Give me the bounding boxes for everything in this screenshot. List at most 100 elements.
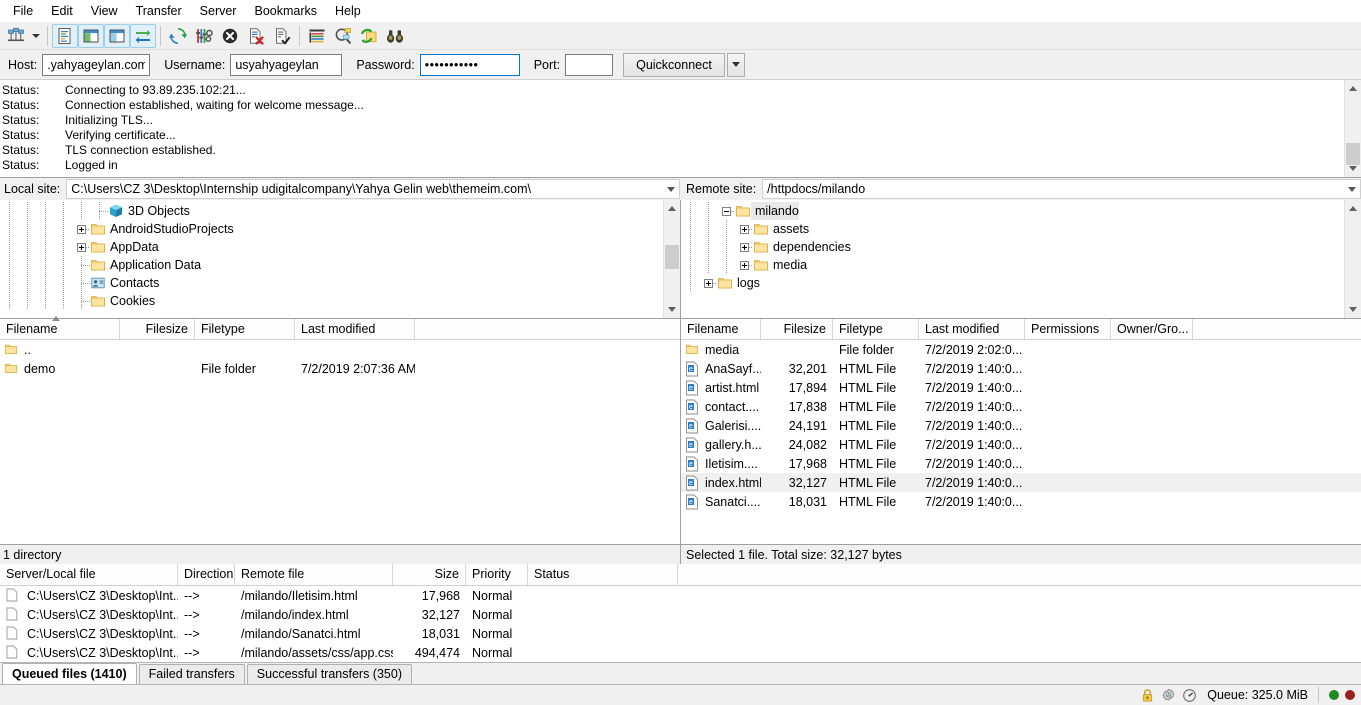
tab-failed-transfers[interactable]: Failed transfers	[138, 664, 245, 684]
tree-node-cookies[interactable]: Cookies	[0, 292, 663, 310]
reconnect-button[interactable]	[269, 24, 295, 48]
queue-rows[interactable]: C:\Users\CZ 3\Desktop\Int... --> /miland…	[0, 586, 1361, 662]
column-header-filesize[interactable]: Filesize	[120, 319, 195, 339]
tree-node-3d-objects[interactable]: 3D Objects	[0, 202, 663, 220]
chevron-down-icon[interactable]	[1343, 180, 1360, 198]
tree-expander-icon[interactable]	[72, 238, 90, 256]
column-header-permissions[interactable]: Permissions	[1025, 319, 1111, 339]
site-manager-dropdown-icon[interactable]	[29, 24, 43, 48]
remote-file-list[interactable]: Filename Filesize Filetype Last modified…	[680, 318, 1361, 544]
menu-item-server[interactable]: Server	[191, 1, 246, 21]
table-row[interactable]: e artist.html 17,894 HTML File 7/2/2019 …	[681, 378, 1361, 397]
refresh-button[interactable]	[165, 24, 191, 48]
tree-expander-icon[interactable]	[699, 274, 717, 292]
tree-expander-icon[interactable]	[735, 220, 753, 238]
local-list-rows[interactable]: .. demo File folder 7/2/2019 2:07:36 AM	[0, 340, 680, 544]
table-row[interactable]: demo File folder 7/2/2019 2:07:36 AM	[0, 359, 680, 378]
scroll-up-icon[interactable]	[664, 200, 680, 217]
remote-directory-tree[interactable]: milando assets dependencies media logs	[680, 200, 1361, 318]
column-header-filetype[interactable]: Filetype	[195, 319, 295, 339]
scroll-track[interactable]	[664, 217, 680, 301]
message-log-entries[interactable]: Status: Connecting to 93.89.235.102:21..…	[0, 80, 1344, 177]
scroll-thumb[interactable]	[665, 245, 679, 269]
port-input[interactable]	[565, 53, 614, 76]
table-row[interactable]: e gallery.h... 24,082 HTML File 7/2/2019…	[681, 435, 1361, 454]
tree-node-milando[interactable]: milando	[681, 202, 1344, 220]
chevron-down-icon[interactable]	[662, 180, 679, 198]
column-header-server-local-file[interactable]: Server/Local file	[0, 564, 178, 585]
tree-expander-icon[interactable]	[72, 220, 90, 238]
transfer-queue[interactable]: Server/Local file Direction Remote file …	[0, 564, 1361, 662]
table-row[interactable]: e contact.... 17,838 HTML File 7/2/2019 …	[681, 397, 1361, 416]
scroll-track[interactable]	[1345, 217, 1361, 301]
column-header-last-modified[interactable]: Last modified	[919, 319, 1025, 339]
tree-expander-icon[interactable]	[735, 238, 753, 256]
gear-icon[interactable]: A	[1161, 688, 1176, 703]
local-site-path-input[interactable]: C:\Users\CZ 3\Desktop\Internship udigita…	[66, 179, 680, 199]
tree-node-application-data[interactable]: Application Data	[0, 256, 663, 274]
tree-node-androidstudioprojects[interactable]: AndroidStudioProjects	[0, 220, 663, 238]
tree-expander-icon[interactable]	[735, 256, 753, 274]
find-files-button[interactable]	[382, 24, 408, 48]
username-input[interactable]	[230, 53, 343, 76]
tab-queued-files[interactable]: Queued files (1410)	[2, 663, 137, 684]
local-directory-tree[interactable]: 3D Objects AndroidStudioProjects AppData…	[0, 200, 680, 318]
menu-item-file[interactable]: File	[4, 1, 42, 21]
table-row[interactable]: C:\Users\CZ 3\Desktop\Int... --> /miland…	[0, 624, 1361, 643]
column-header-priority[interactable]: Priority	[466, 564, 528, 585]
cancel-operation-button[interactable]	[217, 24, 243, 48]
host-input[interactable]	[42, 53, 151, 76]
menu-item-help[interactable]: Help	[326, 1, 370, 21]
tree-node-media[interactable]: media	[681, 256, 1344, 274]
table-row[interactable]: e Iletisim.... 17,968 HTML File 7/2/2019…	[681, 454, 1361, 473]
toggle-local-tree-button[interactable]	[78, 23, 104, 48]
remote-list-rows[interactable]: media File folder 7/2/2019 2:02:0... e A…	[681, 340, 1361, 544]
local-tree-nodes[interactable]: 3D Objects AndroidStudioProjects AppData…	[0, 200, 663, 318]
tree-node-assets[interactable]: assets	[681, 220, 1344, 238]
table-row[interactable]: C:\Users\CZ 3\Desktop\Int... --> /miland…	[0, 586, 1361, 605]
scroll-up-icon[interactable]	[1345, 200, 1361, 217]
local-file-list[interactable]: Filename Filesize Filetype Last modified	[0, 316, 680, 544]
scroll-track[interactable]	[1345, 97, 1361, 165]
local-tree-scrollbar[interactable]	[663, 200, 680, 318]
toggle-remote-tree-button[interactable]	[104, 23, 130, 48]
quickconnect-button[interactable]: Quickconnect	[623, 52, 725, 77]
tab-successful-transfers[interactable]: Successful transfers (350)	[246, 664, 412, 684]
column-header-owner-group[interactable]: Owner/Gro...	[1111, 319, 1193, 339]
menu-item-transfer[interactable]: Transfer	[127, 1, 191, 21]
table-row[interactable]: e index.html 32,127 HTML File 7/2/2019 1…	[681, 473, 1361, 492]
toggle-transfer-queue-button[interactable]	[130, 23, 156, 48]
speed-limit-icon[interactable]	[1182, 688, 1197, 703]
column-header-filetype[interactable]: Filetype	[833, 319, 919, 339]
scroll-thumb[interactable]	[1346, 143, 1360, 165]
column-header-filename[interactable]: Filename	[681, 319, 761, 339]
remote-tree-nodes[interactable]: milando assets dependencies media logs	[681, 200, 1344, 318]
site-manager-button[interactable]	[3, 24, 29, 48]
password-input[interactable]	[419, 53, 520, 76]
tree-node-appdata[interactable]: AppData	[0, 238, 663, 256]
column-header-remote-file[interactable]: Remote file	[235, 564, 393, 585]
table-row[interactable]: media File folder 7/2/2019 2:02:0...	[681, 340, 1361, 359]
table-row[interactable]: C:\Users\CZ 3\Desktop\Int... --> /miland…	[0, 605, 1361, 624]
column-header-direction[interactable]: Direction	[178, 564, 235, 585]
disconnect-button[interactable]	[243, 24, 269, 48]
toggle-message-log-button[interactable]	[52, 23, 78, 48]
column-header-filesize[interactable]: Filesize	[761, 319, 833, 339]
process-queue-button[interactable]	[191, 24, 217, 48]
remote-site-path-input[interactable]: /httpdocs/milando	[762, 179, 1361, 199]
scroll-down-icon[interactable]	[1345, 301, 1361, 318]
menu-item-view[interactable]: View	[82, 1, 127, 21]
table-row[interactable]: ..	[0, 340, 680, 359]
table-row[interactable]: e Galerisi.... 24,191 HTML File 7/2/2019…	[681, 416, 1361, 435]
tree-node-contacts[interactable]: Contacts	[0, 274, 663, 292]
filter-button[interactable]	[304, 24, 330, 48]
table-row[interactable]: C:\Users\CZ 3\Desktop\Int... --> /miland…	[0, 643, 1361, 662]
column-header-size[interactable]: Size	[393, 564, 466, 585]
column-header-last-modified[interactable]: Last modified	[295, 319, 415, 339]
menu-item-edit[interactable]: Edit	[42, 1, 82, 21]
quickconnect-dropdown-icon[interactable]	[726, 52, 745, 77]
table-row[interactable]: e AnaSayf... 32,201 HTML File 7/2/2019 1…	[681, 359, 1361, 378]
synchronized-browsing-button[interactable]	[356, 24, 382, 48]
menu-item-bookmarks[interactable]: Bookmarks	[245, 1, 326, 21]
column-header-filename[interactable]: Filename	[0, 319, 120, 339]
